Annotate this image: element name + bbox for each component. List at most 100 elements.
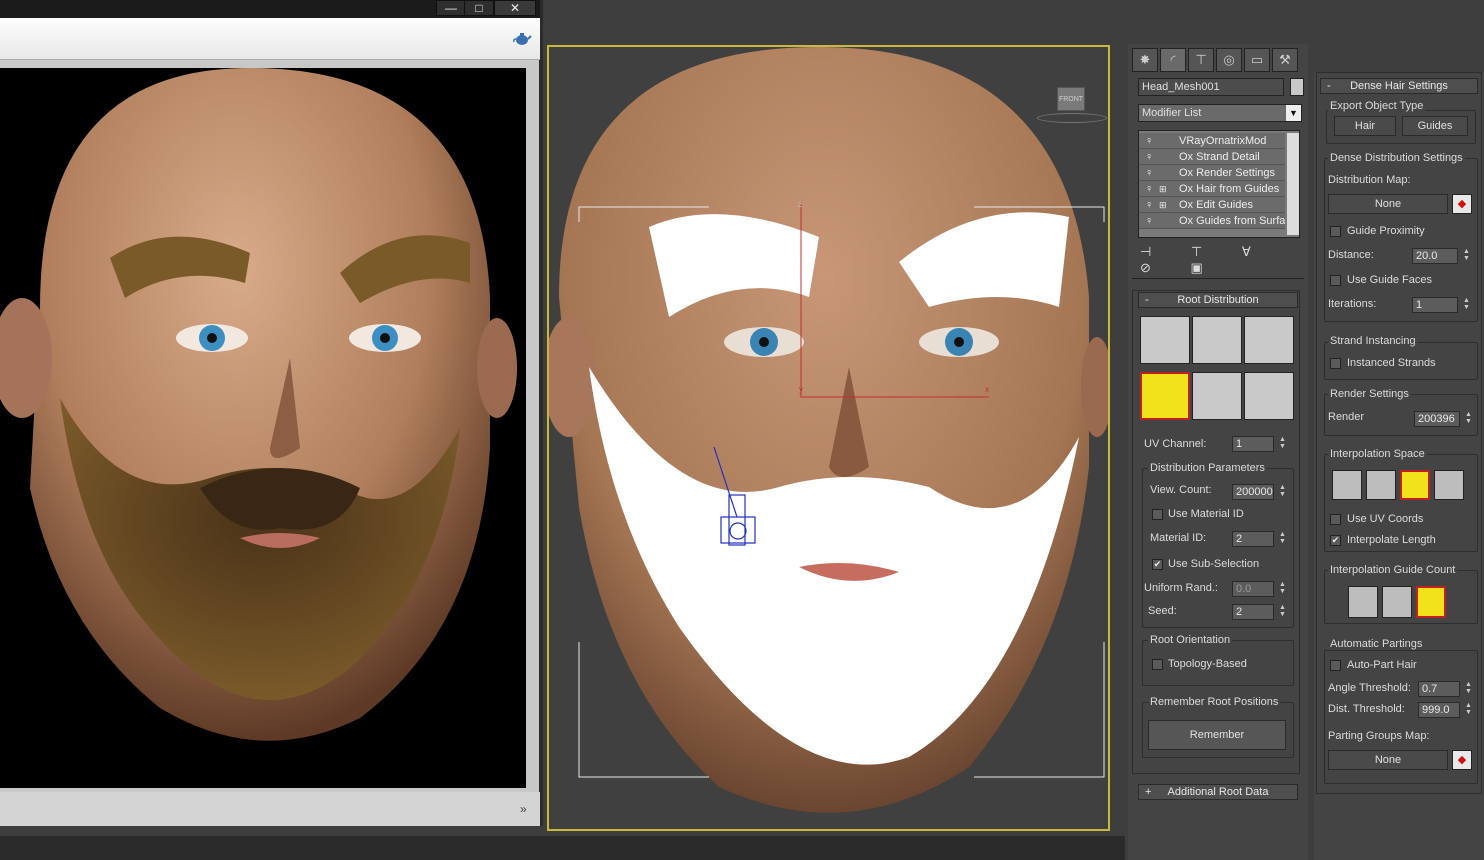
- render-label: Render: [1328, 411, 1365, 423]
- uv-channel-spinner[interactable]: 1: [1232, 436, 1274, 452]
- seed-spinner[interactable]: 2: [1232, 604, 1274, 620]
- spinner-arrows-icon[interactable]: ▲ ▼: [1278, 531, 1287, 547]
- strand-instancing-title: Strand Instancing: [1328, 335, 1418, 347]
- render-window-titlebar: — □ ✕: [0, 0, 540, 18]
- topology-based-checkbox[interactable]: [1152, 659, 1163, 670]
- hair-button[interactable]: Hair: [1334, 116, 1396, 136]
- map-pick-icon[interactable]: ◆: [1452, 750, 1472, 770]
- guide-proximity-label: Guide Proximity: [1347, 225, 1425, 237]
- interp-guide-count-title: Interpolation Guide Count: [1328, 564, 1458, 576]
- spinner-arrows-icon[interactable]: ▲ ▼: [1278, 436, 1287, 452]
- use-sub-selection-checkbox[interactable]: ✔: [1152, 559, 1163, 570]
- spinner-arrows-icon[interactable]: ▲ ▼: [1462, 248, 1471, 264]
- distance-spinner[interactable]: 20.0: [1412, 248, 1458, 264]
- hierarchy-icon[interactable]: ⊤: [1188, 48, 1214, 72]
- modify-icon[interactable]: ◜: [1160, 48, 1186, 72]
- stack-item[interactable]: ♀ Ox Render Settings: [1139, 165, 1285, 181]
- distribution-map-button[interactable]: None: [1328, 194, 1448, 214]
- dense-hair-rollout-header[interactable]: - Dense Hair Settings: [1320, 78, 1478, 94]
- interp-space-option-2[interactable]: [1366, 470, 1396, 500]
- stack-tools-toolbar[interactable]: ⊣ ⊤ ∀ ⊘ ▣: [1140, 244, 1300, 275]
- guide-count-option-2[interactable]: [1382, 586, 1412, 618]
- material-id-label: Material ID:: [1150, 532, 1207, 544]
- spinner-arrows-icon[interactable]: ▲ ▼: [1462, 297, 1471, 313]
- distribution-edge-thumb[interactable]: [1244, 372, 1294, 420]
- utilities-icon[interactable]: ⚒: [1272, 48, 1298, 72]
- close-button[interactable]: ✕: [494, 0, 536, 16]
- modifier-list-dropdown[interactable]: Modifier List: [1138, 104, 1302, 122]
- guide-count-option-1[interactable]: [1348, 586, 1378, 618]
- use-guide-faces-checkbox[interactable]: [1330, 275, 1341, 286]
- parting-groups-map-button[interactable]: None: [1328, 750, 1448, 770]
- svg-text:z: z: [798, 200, 802, 209]
- object-name-field[interactable]: Head_Mesh001: [1138, 78, 1284, 96]
- interpolation-space-title: Interpolation Space: [1328, 448, 1427, 460]
- stack-item[interactable]: ♀ Ox Strand Detail: [1139, 149, 1285, 165]
- stack-item[interactable]: ♀ Ox Guides from Surfa: [1139, 213, 1285, 229]
- interpolate-length-checkbox[interactable]: ✔: [1330, 535, 1341, 546]
- perspective-viewport[interactable]: z y x FRONT: [547, 45, 1110, 831]
- spinner-arrows-icon[interactable]: ▲ ▼: [1464, 681, 1473, 697]
- use-material-id-checkbox[interactable]: [1152, 509, 1163, 520]
- spinner-arrows-icon[interactable]: ▲ ▼: [1464, 411, 1473, 427]
- stack-item[interactable]: ♀ VRayOrnatrixMod: [1139, 133, 1285, 149]
- spinner-arrows-icon[interactable]: ▲ ▼: [1278, 484, 1287, 500]
- instanced-strands-checkbox[interactable]: [1330, 358, 1341, 369]
- render-window-toolbar: [0, 18, 540, 60]
- maximize-button[interactable]: □: [464, 0, 494, 16]
- interpolate-length-label: Interpolate Length: [1347, 534, 1436, 546]
- distribution-uniform-thumb[interactable]: [1192, 316, 1242, 364]
- render-settings-title: Render Settings: [1328, 388, 1411, 400]
- material-id-spinner[interactable]: 2: [1232, 531, 1274, 547]
- interp-space-option-1[interactable]: [1332, 470, 1362, 500]
- svg-text:x: x: [985, 385, 989, 394]
- render-window-status: »: [0, 792, 540, 826]
- command-panel: ✸ ◜ ⊤ ◎ ▭ ⚒ Head_Mesh001 Modifier List ▼…: [1128, 44, 1308, 860]
- use-uv-coords-checkbox[interactable]: [1330, 514, 1341, 525]
- iterations-spinner[interactable]: 1: [1412, 297, 1458, 313]
- render-count-spinner[interactable]: 200396: [1414, 411, 1460, 427]
- distribution-random-thumb[interactable]: [1140, 316, 1190, 364]
- object-color-swatch[interactable]: [1290, 78, 1304, 96]
- modifier-stack[interactable]: ♀ VRayOrnatrixMod ♀ Ox Strand Detail ♀ Ox R…: [1138, 130, 1300, 238]
- guides-button[interactable]: Guides: [1402, 116, 1468, 136]
- distribution-face-center-thumb[interactable]: [1140, 372, 1190, 420]
- create-icon[interactable]: ✸: [1132, 48, 1158, 72]
- use-uv-coords-label: Use UV Coords: [1347, 513, 1424, 525]
- iterations-label: Iterations:: [1328, 298, 1377, 310]
- display-icon[interactable]: ▭: [1244, 48, 1270, 72]
- stack-item[interactable]: ♀ ⊞ Ox Hair from Guides: [1139, 181, 1285, 197]
- chevron-down-icon[interactable]: »: [520, 802, 527, 816]
- dist-threshold-spinner[interactable]: 999.0: [1418, 702, 1460, 718]
- viewcube[interactable]: FRONT: [1057, 87, 1085, 111]
- map-pick-icon[interactable]: ◆: [1452, 194, 1472, 214]
- bottom-status-strip: [0, 836, 1125, 860]
- motion-icon[interactable]: ◎: [1216, 48, 1242, 72]
- minimize-button[interactable]: —: [436, 0, 466, 16]
- dropdown-arrow-icon[interactable]: ▼: [1286, 105, 1301, 121]
- spinner-arrows-icon[interactable]: ▲ ▼: [1464, 702, 1473, 718]
- distribution-even-thumb[interactable]: [1244, 316, 1294, 364]
- topology-based-label: Topology-Based: [1168, 658, 1247, 670]
- distribution-vertex-thumb[interactable]: [1192, 372, 1242, 420]
- angle-threshold-spinner[interactable]: 0.7: [1418, 681, 1460, 697]
- uniform-rand-spinner[interactable]: 0.0: [1232, 581, 1274, 597]
- teapot-icon[interactable]: [512, 30, 532, 46]
- guide-proximity-checkbox[interactable]: [1330, 226, 1341, 237]
- rendered-image: [0, 68, 526, 788]
- guide-count-option-3[interactable]: [1416, 586, 1446, 618]
- view-count-spinner[interactable]: 200000: [1232, 484, 1274, 500]
- interp-space-option-3[interactable]: [1400, 470, 1430, 500]
- remember-button[interactable]: Remember: [1148, 720, 1286, 750]
- spinner-arrows-icon[interactable]: ▲ ▼: [1278, 604, 1287, 620]
- viewcube-ring[interactable]: [1037, 113, 1107, 123]
- stack-scrollbar[interactable]: [1287, 133, 1299, 235]
- additional-root-data-rollout-header[interactable]: + Additional Root Data: [1138, 784, 1298, 800]
- root-orientation-title: Root Orientation: [1148, 634, 1233, 646]
- distance-label: Distance:: [1328, 249, 1374, 261]
- auto-part-hair-checkbox[interactable]: [1330, 660, 1341, 671]
- automatic-partings-title: Automatic Partings: [1328, 638, 1425, 650]
- spinner-arrows-icon[interactable]: ▲ ▼: [1278, 581, 1287, 597]
- stack-item[interactable]: ♀ ⊞ Ox Edit Guides: [1139, 197, 1285, 213]
- interp-space-option-4[interactable]: [1434, 470, 1464, 500]
